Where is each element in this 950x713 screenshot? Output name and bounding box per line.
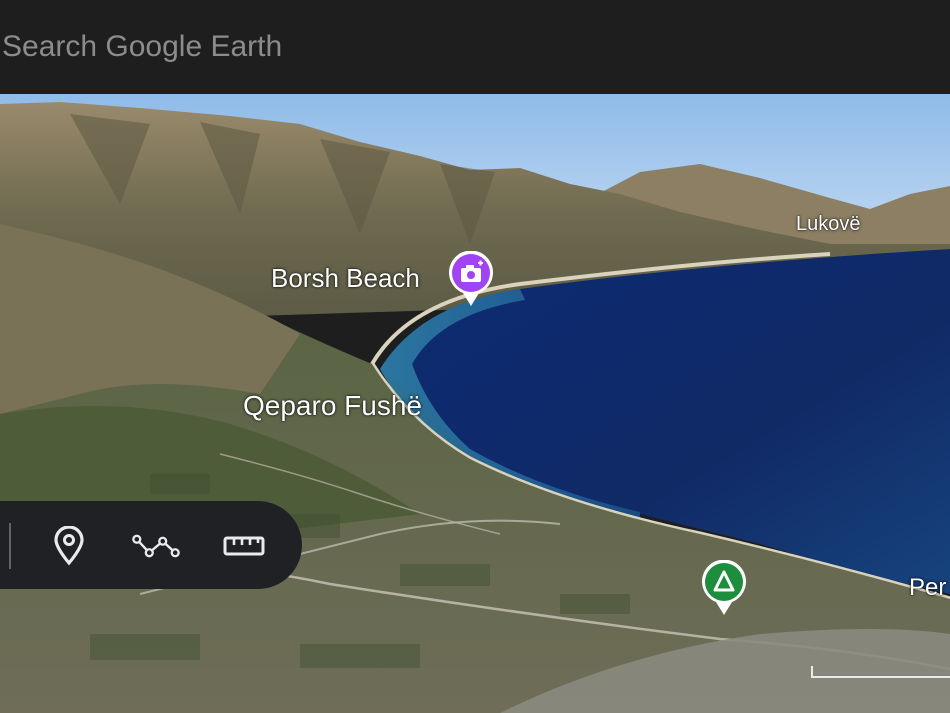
toolbar-divider <box>9 523 11 569</box>
camera-plus-icon <box>449 250 493 306</box>
map-view[interactable]: Borsh Beach Qeparo Fushë Lukovë Per <box>0 94 950 713</box>
location-pin-icon <box>54 526 84 566</box>
search-bar <box>0 0 950 94</box>
place-label-qeparo-fushe[interactable]: Qeparo Fushë <box>243 390 422 422</box>
ruler-icon <box>223 536 265 556</box>
search-input[interactable] <box>2 26 602 68</box>
terrain-imagery <box>0 94 950 713</box>
photo-place-marker[interactable] <box>447 250 495 312</box>
place-label-partial[interactable]: Per <box>909 574 946 602</box>
tools-toolbar <box>0 501 302 589</box>
measure-button[interactable] <box>220 523 268 569</box>
place-label-borsh-beach[interactable]: Borsh Beach <box>271 263 420 294</box>
scale-bar <box>811 666 950 678</box>
path-icon <box>132 534 180 558</box>
campground-icon <box>702 559 746 615</box>
campground-marker[interactable] <box>700 559 748 621</box>
place-label-lukove[interactable]: Lukovë <box>796 213 861 236</box>
draw-path-button[interactable] <box>132 523 180 569</box>
add-placemark-button[interactable] <box>45 523 93 569</box>
